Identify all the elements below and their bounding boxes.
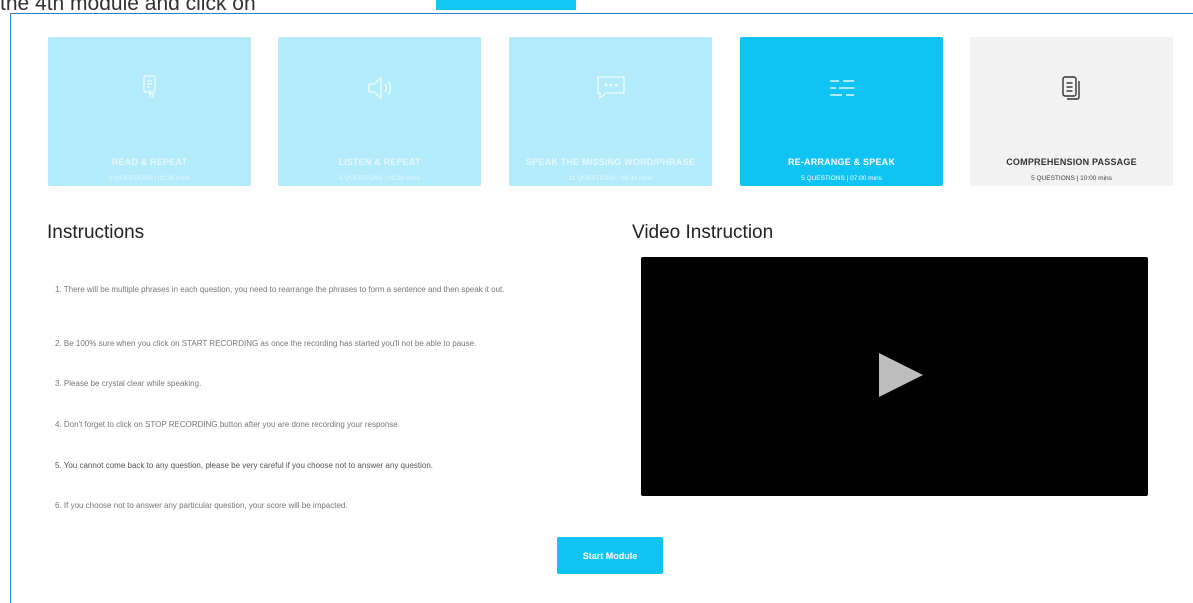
module-title: LISTEN & REPEAT	[338, 157, 421, 167]
module-card-listen-repeat[interactable]: LISTEN & REPEAT 5 QUESTIONS | 02:30 mins	[278, 37, 481, 186]
module-meta: 5 QUESTIONS | 02:30 mins	[339, 175, 420, 182]
module-title: COMPREHENSION PASSAGE	[1006, 157, 1137, 167]
module-title: READ & REPEAT	[111, 157, 188, 167]
module-card-speak-missing[interactable]: SPEAK THE MISSING WORD/PHRASE 11 QUESTIO…	[509, 37, 712, 186]
document-tap-icon	[48, 75, 251, 101]
module-card-comprehension[interactable]: COMPREHENSION PASSAGE 5 QUESTIONS | 10:0…	[970, 37, 1173, 186]
speaker-icon	[278, 75, 481, 101]
instructions-heading: Instructions	[47, 222, 145, 243]
instruction-item: 2. Be 100% sure when you click on START …	[55, 339, 477, 348]
play-icon[interactable]	[879, 353, 923, 397]
instruction-item: 1. There will be multiple phrases in eac…	[55, 285, 505, 294]
rearrange-lines-icon	[740, 75, 943, 101]
module-card-read-repeat[interactable]: READ & REPEAT 6 QUESTIONS | 02:30 mins	[48, 37, 251, 186]
module-title: SPEAK THE MISSING WORD/PHRASE	[526, 157, 695, 167]
module-card-rearrange-speak[interactable]: RE-ARRANGE & SPEAK 5 QUESTIONS | 07:00 m…	[740, 37, 943, 186]
instruction-item: 3. Please be crystal clear while speakin…	[55, 379, 202, 388]
module-meta: 11 QUESTIONS | 06:30 mins	[568, 175, 653, 182]
start-module-button[interactable]: Start Module	[557, 537, 663, 574]
instruction-item: 6. If you choose not to answer any parti…	[55, 501, 348, 510]
video-heading: Video Instruction	[632, 222, 774, 243]
module-meta: 5 QUESTIONS | 10:00 mins	[1031, 175, 1112, 182]
chat-bubble-icon	[509, 75, 712, 101]
tutorial-caption: the 4th module and click on	[0, 0, 256, 15]
caption-highlight	[436, 0, 576, 10]
module-title: RE-ARRANGE & SPEAK	[787, 157, 896, 167]
instruction-item: 4. Don't forget to click on STOP RECORDI…	[55, 420, 400, 429]
video-player[interactable]	[641, 257, 1148, 496]
instruction-item: 5. You cannot come back to any question,…	[55, 461, 434, 470]
module-meta: 6 QUESTIONS | 02:30 mins	[109, 175, 190, 182]
module-meta: 5 QUESTIONS | 07:00 mins	[801, 175, 882, 182]
documents-icon	[970, 75, 1173, 101]
